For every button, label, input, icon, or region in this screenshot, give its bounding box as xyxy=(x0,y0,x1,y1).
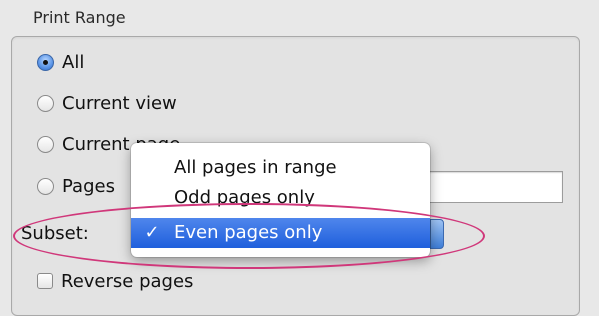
radio-selected-icon[interactable] xyxy=(37,53,54,71)
radio-all[interactable]: All xyxy=(37,49,84,75)
radio-pages[interactable]: Pages xyxy=(37,173,115,199)
radio-all-label: All xyxy=(62,51,85,73)
pages-range-input[interactable] xyxy=(415,171,563,203)
radio-current-view[interactable]: Current view xyxy=(37,90,177,116)
annotation-ellipse xyxy=(13,203,485,269)
radio-icon[interactable] xyxy=(37,177,54,195)
radio-icon[interactable] xyxy=(37,135,54,153)
menu-item-all-pages[interactable]: All pages in range xyxy=(131,153,430,183)
radio-icon[interactable] xyxy=(37,94,54,112)
radio-pages-label: Pages xyxy=(62,175,115,197)
menu-item-label: All pages in range xyxy=(174,157,337,178)
print-range-title: Print Range xyxy=(33,8,126,27)
reverse-pages-checkbox[interactable]: Reverse pages xyxy=(37,268,193,294)
reverse-pages-label: Reverse pages xyxy=(61,270,194,292)
radio-current-view-label: Current view xyxy=(62,92,177,114)
checkbox-icon[interactable] xyxy=(37,273,53,289)
